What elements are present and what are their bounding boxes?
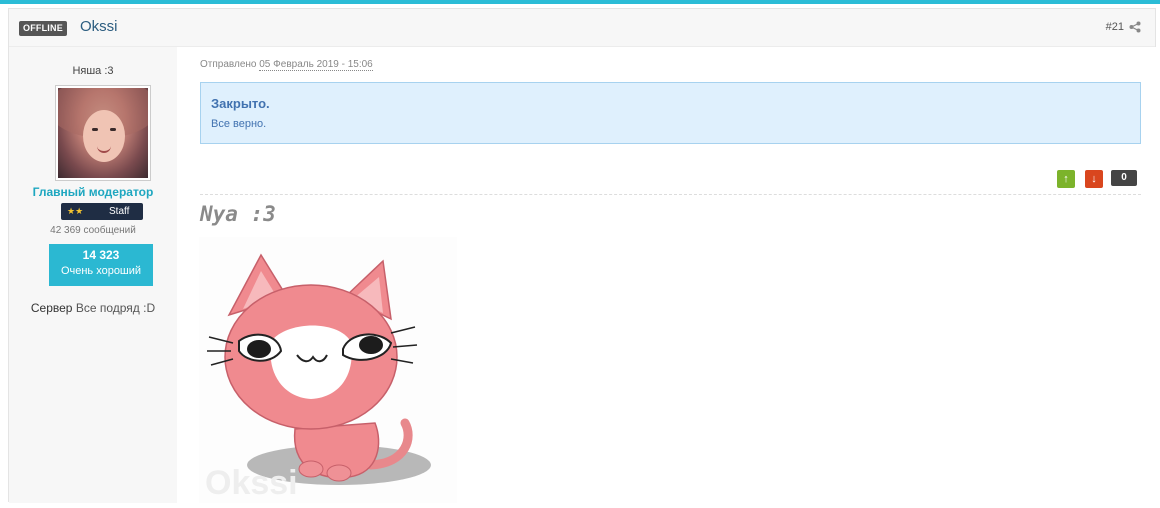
- server-info: Сервер Все подряд :D: [9, 301, 177, 315]
- forum-post: OFFLINE Okssi #21 Няша :3 Главный модера…: [8, 8, 1157, 503]
- divider: [200, 194, 1141, 195]
- server-label: Сервер: [30, 301, 73, 315]
- notice-title: Закрыто.: [211, 96, 270, 111]
- sent-label: Отправлено: [200, 59, 257, 70]
- moderator-notice: Закрыто. Все верно.: [200, 82, 1141, 144]
- avatar[interactable]: [55, 85, 151, 181]
- star-icon: ★★: [67, 206, 84, 216]
- post-body-text: Nya :3: [200, 202, 276, 226]
- sent-date: 05 Февраль 2019 - 15:06: [259, 59, 373, 71]
- status-badge: OFFLINE: [19, 21, 67, 36]
- author-name-link[interactable]: Okssi: [80, 18, 118, 35]
- top-accent-bar: [0, 0, 1160, 4]
- vote-count: 0: [1111, 170, 1137, 186]
- server-value: Все подряд :D: [75, 301, 156, 315]
- vote-down-button[interactable]: ↓: [1085, 170, 1103, 188]
- post-content: Отправлено 05 Февраль 2019 - 15:06 Закры…: [177, 47, 1157, 503]
- reputation-label: Очень хороший: [60, 265, 142, 277]
- sent-info: Отправлено 05 Февраль 2019 - 15:06: [200, 59, 373, 71]
- reputation-box: 14 323 Очень хороший: [49, 244, 153, 286]
- notice-text: Все верно.: [211, 118, 267, 130]
- share-icon[interactable]: [1129, 21, 1141, 33]
- user-sidebar: Няша :3 Главный модератор ★★ Staff 42 36…: [9, 47, 177, 503]
- message-count: 42 369 сообщений: [50, 225, 136, 236]
- user-rank: Главный модератор: [32, 185, 154, 199]
- post-header: OFFLINE Okssi #21: [9, 9, 1155, 47]
- reputation-value: 14 323: [82, 248, 120, 262]
- avatar-image: [58, 88, 148, 178]
- user-title: Няша :3: [72, 65, 114, 77]
- staff-badge: ★★ Staff: [61, 203, 143, 220]
- image-watermark: Okssi: [205, 464, 298, 502]
- staff-badge-label: Staff: [109, 206, 130, 217]
- vote-up-button[interactable]: ↑: [1057, 170, 1075, 188]
- cat-image: Okssi: [199, 237, 457, 503]
- post-number-link[interactable]: #21: [1106, 21, 1124, 33]
